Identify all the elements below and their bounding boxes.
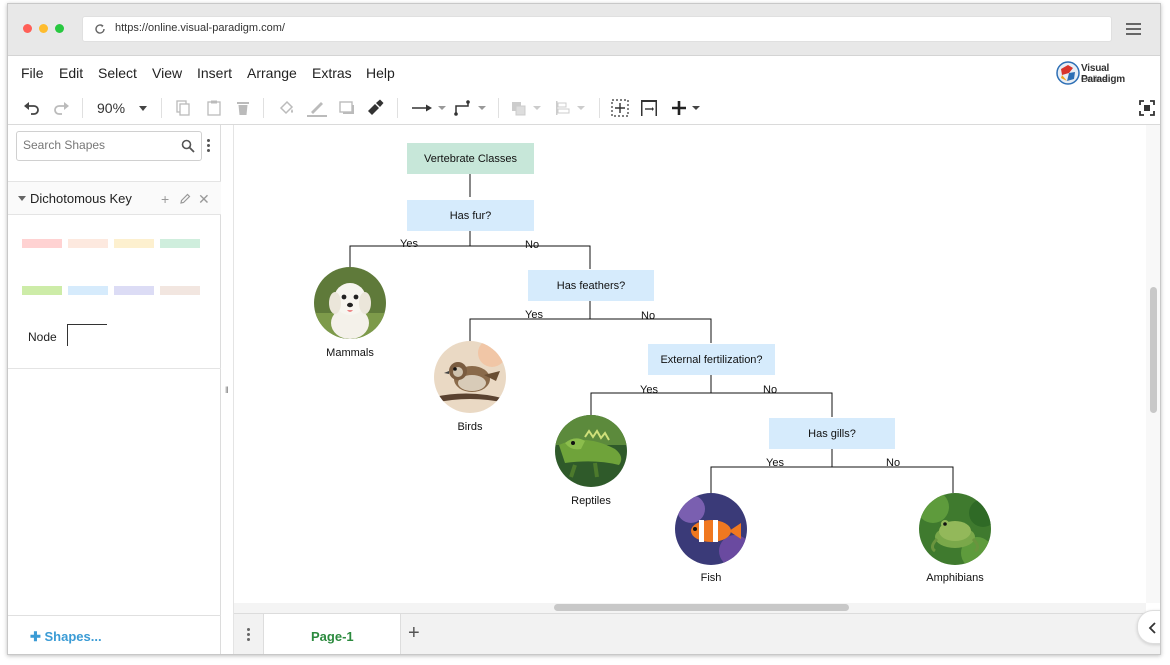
collapse-caret-icon[interactable] [18, 196, 26, 201]
menu-extras[interactable]: Extras [312, 65, 352, 81]
more-shapes-button[interactable]: ✚ Shapes... [8, 615, 221, 654]
class-mammals: Mammals [326, 347, 374, 359]
edge-label-yes: Yes [400, 238, 418, 250]
menu-select[interactable]: Select [98, 65, 137, 81]
fit-width-icon[interactable] [640, 99, 658, 117]
amphibians-image[interactable] [919, 493, 991, 565]
shape-swatch[interactable] [68, 286, 108, 295]
question-external-fertilization[interactable]: External fertilization? [648, 344, 775, 375]
sidebar-options-icon[interactable] [207, 139, 211, 153]
waypoint-icon[interactable] [454, 99, 488, 117]
mammals-image[interactable] [314, 267, 386, 339]
edge-label-yes: Yes [766, 457, 784, 469]
root-box[interactable]: Vertebrate Classes [407, 143, 534, 174]
visual-paradigm-logo[interactable]: Visual Paradigm Online [1056, 61, 1154, 87]
shape-swatch[interactable] [114, 239, 154, 248]
question-has-gills[interactable]: Has gills? [769, 418, 895, 449]
collapse-panel-button[interactable] [1137, 610, 1160, 644]
shape-swatch[interactable] [22, 239, 62, 248]
more-shapes-label: Shapes... [44, 629, 102, 644]
shape-swatch[interactable] [68, 239, 108, 248]
toolbar [8, 90, 1160, 125]
page-bar: Page-1 + [234, 613, 1160, 654]
globe-icon [1056, 61, 1080, 85]
plus-icon: ✚ [30, 629, 45, 644]
fill-color-icon[interactable] [278, 99, 296, 117]
edge-label-no: No [641, 310, 656, 322]
fullscreen-icon[interactable] [1139, 99, 1155, 117]
page-menu-icon[interactable] [247, 628, 251, 643]
close-window-dot[interactable] [23, 24, 32, 33]
menu-insert[interactable]: Insert [197, 65, 232, 81]
address-bar[interactable]: https://online.visual-paradigm.com/ [82, 16, 1112, 42]
menu-edit[interactable]: Edit [59, 65, 83, 81]
line-color-icon[interactable] [307, 99, 327, 117]
edge-label-yes: Yes [525, 309, 543, 321]
copy-icon[interactable] [176, 99, 190, 117]
library-title: Dichotomous Key [30, 191, 132, 206]
shape-swatch[interactable] [22, 286, 62, 295]
birds-image[interactable] [434, 341, 506, 413]
diagram-canvas[interactable]: Vertebrate Classes Has fur? Has feathers… [234, 125, 1146, 603]
shape-swatch[interactable] [160, 286, 200, 295]
search-shapes-box [16, 131, 202, 161]
zoom-dropdown-icon[interactable] [138, 99, 148, 117]
edit-library-icon[interactable] [179, 193, 191, 205]
horizontal-scrollbar[interactable] [234, 603, 1146, 613]
class-fish: Fish [700, 572, 722, 584]
undo-icon[interactable] [23, 99, 41, 117]
browser-bar: https://online.visual-paradigm.com/ [8, 4, 1160, 56]
vertical-scrollbar[interactable] [1146, 125, 1160, 603]
add-shape-icon[interactable]: + [161, 191, 169, 207]
menu-file[interactable]: File [21, 65, 44, 81]
search-icon[interactable] [181, 139, 195, 153]
edge-label-no: No [886, 457, 901, 469]
reptiles-image[interactable] [555, 415, 627, 487]
question-has-fur[interactable]: Has fur? [407, 200, 534, 231]
node-shape[interactable] [67, 324, 107, 346]
chevron-left-icon [1148, 622, 1156, 634]
to-front-icon[interactable] [511, 99, 545, 117]
shape-sidebar: Dichotomous Key + ✕ Node ✚ Shapes... [8, 125, 221, 654]
minimize-window-dot[interactable] [39, 24, 48, 33]
class-amphibians: Amphibians [926, 572, 984, 584]
close-library-icon[interactable]: ✕ [198, 191, 210, 208]
edge-label-no: No [525, 239, 540, 251]
paste-icon[interactable] [207, 99, 221, 117]
logo-text-line2: Online [1081, 74, 1108, 84]
shape-swatch[interactable] [160, 239, 200, 248]
class-reptiles: Reptiles [571, 495, 611, 507]
delete-icon[interactable] [236, 99, 250, 117]
redo-icon[interactable] [52, 99, 70, 117]
page-tab-page-1[interactable]: Page-1 [263, 614, 401, 654]
edge-label-no: No [763, 384, 778, 396]
edge-label-yes: Yes [640, 384, 658, 396]
search-shapes-input[interactable] [23, 138, 173, 152]
node-shape-label: Node [28, 330, 57, 344]
format-painter-icon[interactable] [366, 99, 384, 117]
reload-icon[interactable] [94, 23, 106, 35]
menu-arrange[interactable]: Arrange [247, 65, 297, 81]
question-has-feathers[interactable]: Has feathers? [528, 270, 654, 301]
sidebar-splitter[interactable]: ‖ [221, 125, 234, 654]
fit-page-icon[interactable] [611, 99, 629, 117]
browser-window: https://online.visual-paradigm.com/ File… [7, 3, 1161, 655]
maximize-window-dot[interactable] [55, 24, 64, 33]
fish-image[interactable] [675, 493, 747, 565]
page-tab-label: Page-1 [311, 629, 354, 644]
zoom-level[interactable]: 90% [97, 100, 125, 116]
connector-icon[interactable] [412, 99, 448, 117]
align-icon[interactable] [555, 99, 589, 117]
library-header[interactable]: Dichotomous Key + ✕ [8, 181, 221, 215]
browser-menu-icon[interactable] [1126, 23, 1141, 35]
menu-view[interactable]: View [152, 65, 182, 81]
shape-swatch[interactable] [114, 286, 154, 295]
url-text: https://online.visual-paradigm.com/ [115, 22, 285, 34]
insert-plus-icon[interactable] [672, 99, 704, 117]
class-birds: Birds [457, 421, 483, 433]
shadow-icon[interactable] [339, 99, 355, 117]
add-page-icon[interactable]: + [408, 622, 420, 645]
menu-help[interactable]: Help [366, 65, 395, 81]
menu-bar: File Edit Select View Insert Arrange Ext… [8, 56, 1160, 90]
